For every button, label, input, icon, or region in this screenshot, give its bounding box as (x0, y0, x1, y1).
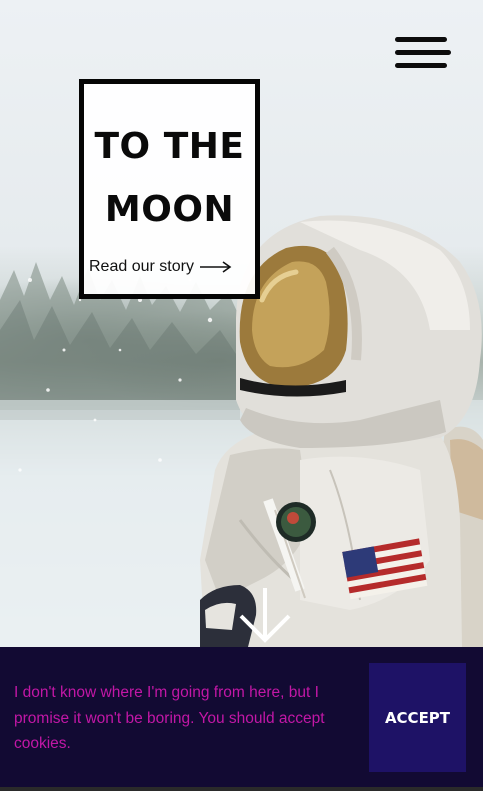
cookie-message: I don't know where I'm going from here, … (14, 684, 325, 752)
page-bottom-edge (0, 787, 483, 791)
read-our-story-link[interactable]: Read our story (89, 258, 232, 276)
menu-bar (395, 37, 447, 42)
long-right-arrow-icon (199, 261, 232, 273)
astronaut-helmet (236, 215, 482, 448)
menu-bar (395, 50, 451, 55)
hamburger-menu-icon[interactable] (393, 36, 451, 72)
page-title-line-2: MOON (104, 189, 235, 230)
menu-bar (395, 63, 447, 68)
story-link-label: Read our story (89, 258, 194, 275)
accept-cookies-button[interactable]: ACCEPT (369, 663, 466, 772)
arrow-down-icon[interactable] (238, 586, 292, 644)
title-card: TO THE MOON Read our story (79, 79, 260, 299)
cookie-banner: I don't know where I'm going from here, … (0, 647, 483, 787)
hero-section: TO THE MOON Read our story (0, 0, 483, 647)
page-title-line-1: TO THE (94, 126, 245, 167)
